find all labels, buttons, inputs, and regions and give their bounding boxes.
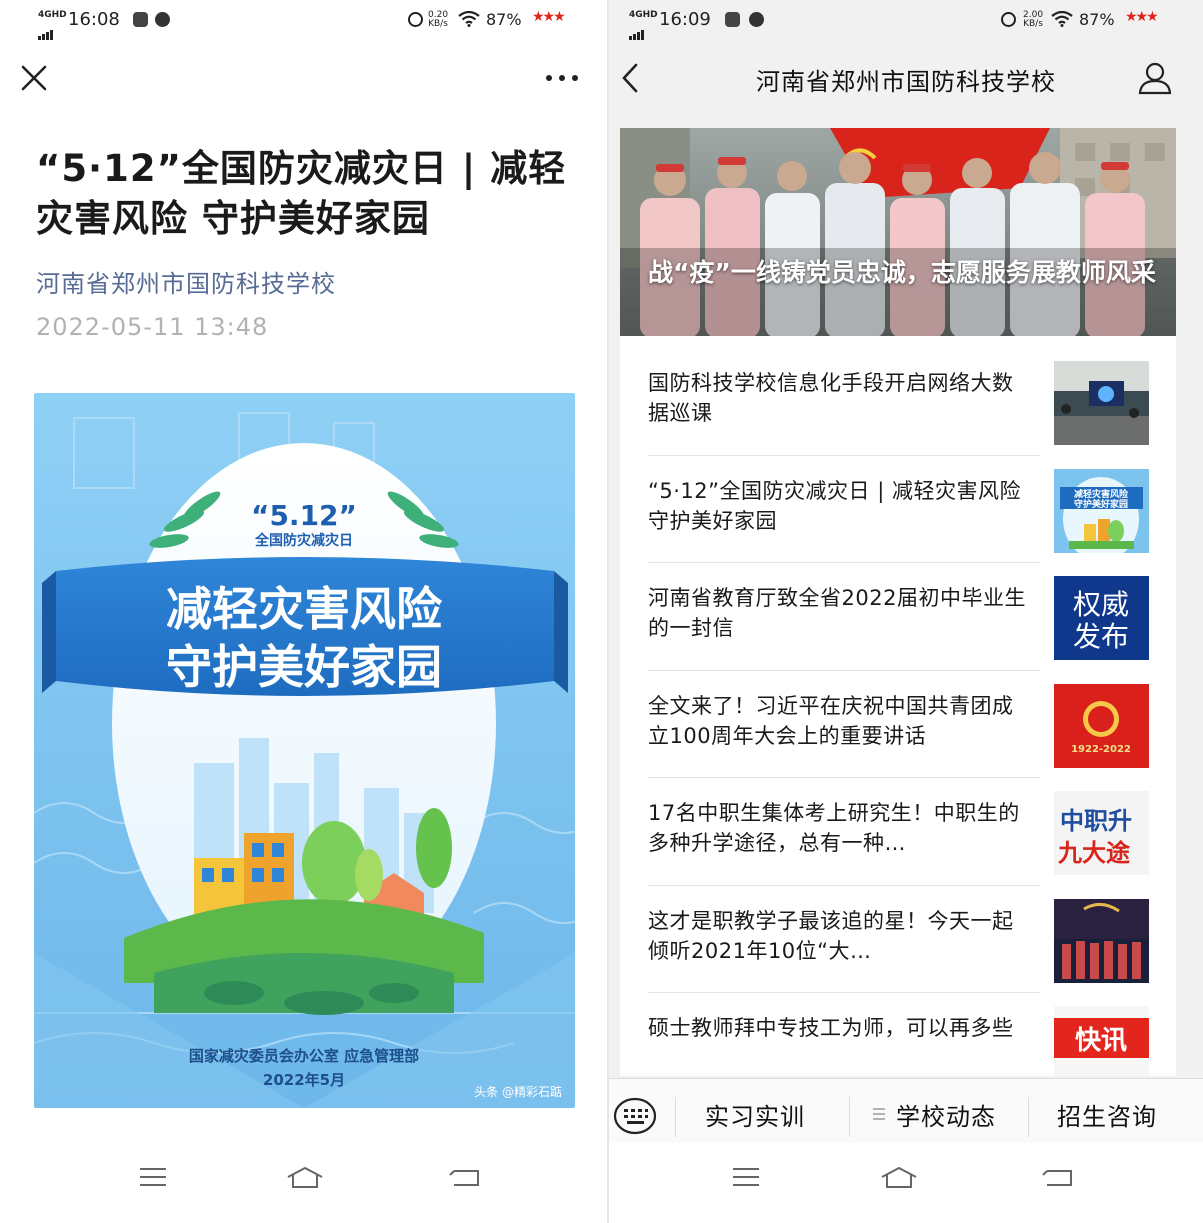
svg-text:1922-2022: 1922-2022: [1071, 744, 1131, 755]
news-thumbnail: [1054, 361, 1149, 445]
poster-headline-1: 减轻灾害风险: [166, 582, 443, 636]
svg-text:发布: 发布: [1073, 620, 1129, 653]
account-menu-bar: 实习实训 学校动态 招生咨询: [609, 1078, 1203, 1144]
wifi-icon: [458, 10, 480, 32]
svg-text:快讯: 快讯: [1075, 1026, 1127, 1056]
poster-headline-2: 守护美好家园: [166, 640, 442, 694]
news-item[interactable]: 17名中职生集体考上研究生！中职生的多种升学途径，总有一种… 中职升九大途: [620, 766, 1176, 886]
news-title: 17名中职生集体考上研究生！中职生的多种升学途径，总有一种…: [648, 801, 1020, 855]
net-speed: 2.00 KB/s: [1023, 10, 1044, 29]
news-thumbnail: 减轻灾害风险 守护美好家园: [1054, 468, 1149, 553]
account-name-link[interactable]: 河南省郑州市国防科技学校: [36, 264, 336, 299]
account-header: 河南省郑州市国防科技学校: [609, 40, 1203, 120]
status-time: 16:09: [659, 9, 711, 30]
news-title: 河南省教育厅致全省2022届初中毕业生的一封信: [648, 586, 1026, 640]
news-thumbnail: 1922-2022: [1054, 683, 1149, 768]
menu-tab-admissions[interactable]: 招生咨询: [1057, 1097, 1157, 1132]
system-nav-bar: [0, 1143, 607, 1223]
banner-caption: 战“疫”一线铸党员忠诚，志愿服务展教师风采: [648, 258, 1156, 287]
battery-level: 87%: [1079, 10, 1115, 29]
wifi-icon: [1051, 10, 1073, 32]
wechat-icon: [133, 12, 148, 27]
check-icon: [155, 12, 170, 27]
poster-watermark: 头条 @精彩石踮: [474, 1084, 562, 1099]
close-icon[interactable]: [20, 64, 48, 92]
keyboard-toggle-icon[interactable]: [613, 1097, 657, 1135]
news-title: 国防科技学校信息化手段开启网络大数据巡课: [648, 371, 1014, 425]
poster-badge-title: 全国防灾减灾日: [254, 532, 353, 549]
news-title: 全文来了！习近平在庆祝中国共青团成立100周年大会上的重要讲话: [648, 693, 1014, 748]
system-nav-bar: [609, 1143, 1203, 1223]
status-bar: 4GHD 16:09 2.00 KB/s 87% ★★★: [609, 0, 1203, 40]
news-item[interactable]: 河南省教育厅致全省2022届初中毕业生的一封信 权威 发布: [620, 551, 1176, 671]
news-item[interactable]: 这才是职教学子最该追的星！今天一起倾听2021年10位“大…: [620, 874, 1176, 993]
banner-article[interactable]: 战“疫”一线铸党员忠诚，志愿服务展教师风采: [620, 128, 1176, 336]
recent-apps-icon[interactable]: [138, 1165, 168, 1189]
carrier-stars-icon: ★★★: [532, 9, 566, 25]
menu-tab-internship[interactable]: 实习实训: [705, 1097, 805, 1132]
signal-icon: [629, 20, 645, 40]
battery-level: 87%: [486, 10, 522, 29]
svg-text:权威: 权威: [1073, 588, 1129, 621]
article-screen: 4GHD 16:08 0.20 KB/s 87% ★★★ “5·12”全国防灾减灾…: [0, 0, 607, 1223]
wechat-icon: [725, 12, 740, 27]
signal-icon: [38, 20, 54, 40]
check-icon: [749, 12, 764, 27]
news-thumbnail: 权威 发布: [1054, 576, 1149, 660]
svg-text:减轻灾害风险: 减轻灾害风险: [1074, 488, 1129, 500]
poster-footer-date: 2022年5月: [263, 1071, 345, 1089]
article-title: “5·12”全国防灾减灾日 | 减轻灾害风险 守护美好家园: [36, 147, 567, 240]
publish-date: 2022-05-11 13:48: [36, 313, 269, 341]
news-title: 这才是职教学子最该追的星！今天一起倾听2021年10位“大…: [648, 908, 1014, 963]
news-thumbnail: 中职升 九大途: [1054, 791, 1149, 875]
net-speed: 0.20 KB/s: [428, 10, 449, 29]
news-thumbnail: 快讯: [1054, 1006, 1149, 1076]
news-item[interactable]: 全文来了！习近平在庆祝中国共青团成立100周年大会上的重要讲话 1922-202…: [620, 659, 1176, 778]
news-title: 硕士教师拜中专技工为师，可以再多些: [648, 1016, 1014, 1040]
poster-badge-date: “5.12”: [251, 499, 357, 532]
submenu-icon: [873, 1108, 885, 1120]
news-item[interactable]: 国防科技学校信息化手段开启网络大数据巡课: [620, 336, 1176, 456]
article-list-card: 战“疫”一线铸党员忠诚，志愿服务展教师风采 国防科技学校信息化手段开启网络大数据…: [620, 128, 1176, 1076]
news-item[interactable]: “5·12”全国防灾减灾日 | 减轻灾害风险 守护美好家园 减轻灾害风险 守护美好…: [620, 444, 1176, 563]
account-home-screen: 4GHD 16:09 2.00 KB/s 87% ★★★ 河南省郑州市国防科技学校: [609, 0, 1203, 1223]
news-item[interactable]: 硕士教师拜中专技工为师，可以再多些 快讯: [620, 981, 1176, 1076]
news-list: 国防科技学校信息化手段开启网络大数据巡课 “5·12”全国防灾减灾日 | 减轻灾…: [620, 336, 1176, 1076]
recent-apps-icon[interactable]: [731, 1165, 761, 1189]
network-type: 4GHD: [38, 10, 67, 20]
svg-text:中职升: 中职升: [1060, 807, 1132, 835]
alarm-icon: [408, 12, 423, 27]
article-poster-image[interactable]: “5.12” 全国防灾减灾日 减轻灾害风险 守护美好家园 国家减灾委员会办公室 …: [34, 393, 575, 1108]
back-nav-icon[interactable]: [448, 1165, 482, 1191]
alarm-icon: [1001, 12, 1016, 27]
network-type: 4GHD: [629, 10, 658, 20]
status-bar: 4GHD 16:08 0.20 KB/s 87% ★★★: [0, 0, 607, 40]
news-thumbnail: [1054, 898, 1149, 983]
account-title: 河南省郑州市国防科技学校: [756, 68, 1056, 96]
news-title: “5·12”全国防灾减灾日 | 减轻灾害风险 守护美好家园: [648, 478, 1021, 533]
svg-text:守护美好家园: 守护美好家园: [1074, 498, 1128, 510]
home-icon[interactable]: [879, 1165, 919, 1191]
status-time: 16:08: [68, 9, 120, 30]
menu-tab-school-news[interactable]: 学校动态: [896, 1097, 996, 1132]
profile-icon[interactable]: [1137, 60, 1173, 96]
carrier-stars-icon: ★★★: [1125, 9, 1159, 25]
more-options-icon[interactable]: [544, 68, 580, 88]
back-nav-icon[interactable]: [1041, 1165, 1075, 1191]
home-icon[interactable]: [285, 1165, 325, 1191]
poster-footer-org: 国家减灾委员会办公室 应急管理部: [189, 1047, 419, 1065]
svg-text:九大途: 九大途: [1057, 839, 1131, 867]
